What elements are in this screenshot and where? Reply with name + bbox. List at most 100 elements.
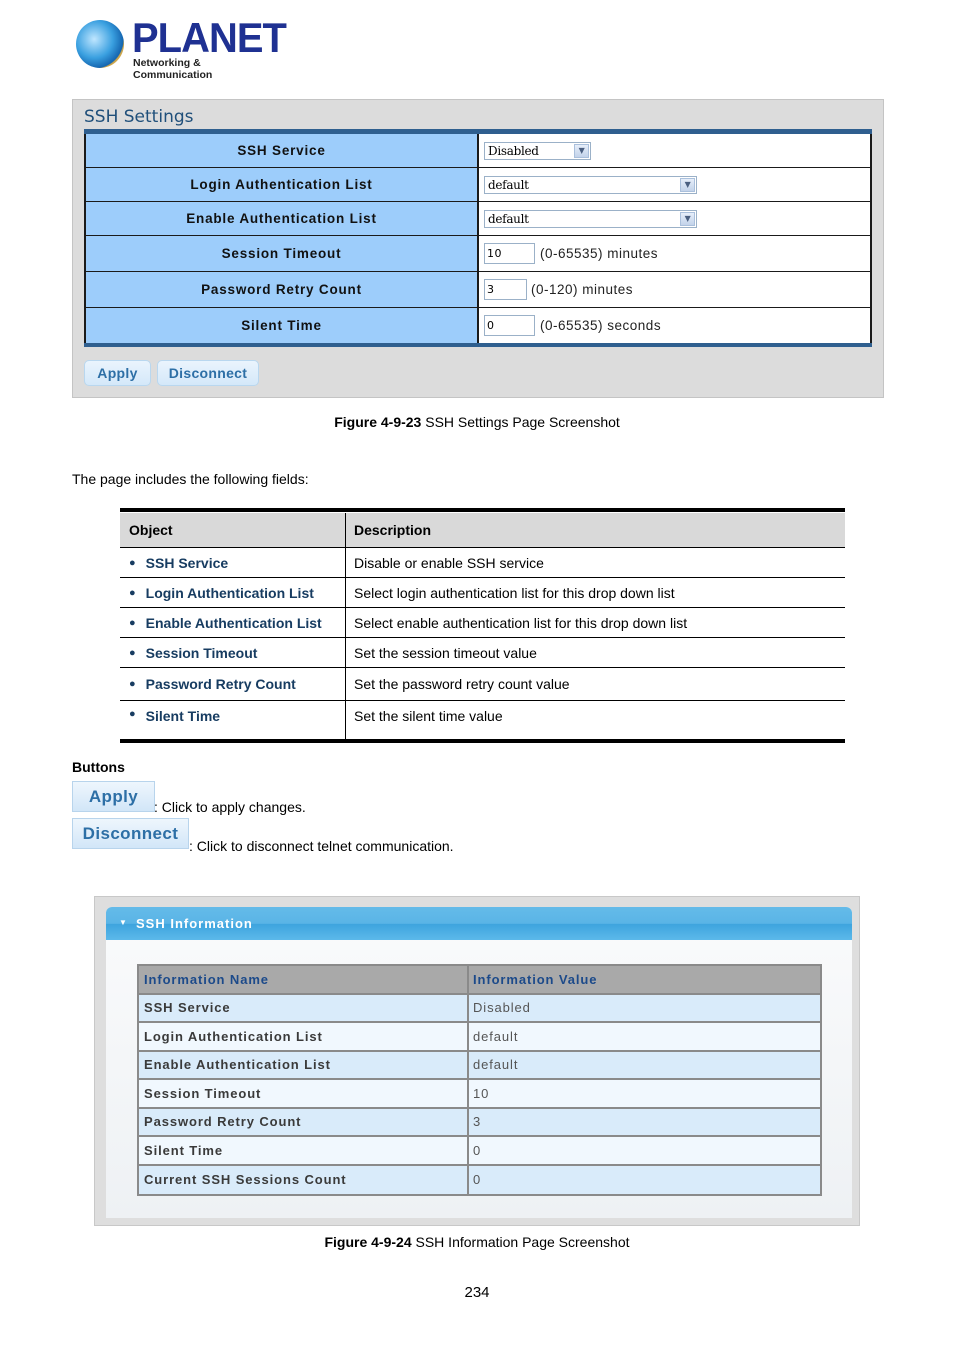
select-value: default [488,177,529,192]
ssh-information-panel: ▼ SSH Information Information Name Infor… [94,896,860,1226]
table-row: ● Silent Time Set the silent time value [120,701,845,739]
table-row: ● Password Retry Count Set the password r… [120,668,845,701]
info-name: Password Retry Count [139,1108,469,1135]
silent-time-hint: (0-65535) seconds [540,318,662,333]
figure-text: SSH Information Page Screenshot [411,1234,630,1250]
header-description: Description [354,522,432,538]
info-value: 3 [473,1114,482,1130]
info-name: Session Timeout [139,1080,469,1107]
chevron-down-icon[interactable]: ▼ [680,177,695,192]
object-name: SSH Service [145,554,229,571]
settings-label: Enable Authentication List [84,202,479,235]
info-value: default [473,1057,519,1073]
caret-down-icon[interactable]: ▼ [119,918,127,927]
table-row: ● Login Authentication List Select login … [120,578,845,608]
object-description: Disable or enable SSH service [354,554,544,571]
bullet-icon: ● [129,646,136,659]
info-value: 0 [473,1142,482,1158]
info-name: Current SSH Sessions Count [139,1165,469,1194]
object-description: Select enable authentication list for th… [354,614,688,631]
object-description: Set the password retry count value [354,676,570,692]
table-row: Enable Authentication List default [139,1051,820,1080]
select-value: default [488,211,529,226]
info-value: default [473,1028,519,1044]
apply-button[interactable]: Apply [84,360,151,386]
settings-row-enable-auth: Enable Authentication List default ▼ [84,202,872,236]
object-name: Silent Time [145,708,221,724]
planet-logo: PLANET Networking & Communication [76,14,287,81]
bullet-icon: ● [129,616,136,629]
object-description: Set the silent time value [354,708,503,724]
apply-button-sample[interactable]: Apply [72,781,155,812]
ssh-settings-table: SSH Service Disabled ▼ Login Authenticat… [84,129,872,347]
object-name: Enable Authentication List [145,614,322,631]
header-info-name: Information Name [139,966,469,993]
fields-description-table: Object Description ● SSH Service Disable … [120,508,845,743]
ssh-settings-title: SSH Settings [84,107,194,127]
figure-caption-2: Figure 4-9-24 SSH Information Page Scree… [0,1234,954,1250]
info-name: Silent Time [139,1137,469,1164]
intro-text: The page includes the following fields: [72,471,309,487]
table-row: Silent Time 0 [139,1137,820,1166]
password-retry-count-input[interactable]: 3 [484,279,527,300]
settings-label: Password Retry Count [84,272,479,307]
logo-tagline: Networking & Communication [133,57,213,81]
info-value: 10 [473,1085,490,1101]
globe-icon [76,20,124,68]
table-row: Password Retry Count 3 [139,1108,820,1137]
table-row: Login Authentication List default [139,1023,820,1052]
settings-row-password-retry: Password Retry Count 3 (0-120) minutes [84,272,872,308]
figure-text: SSH Settings Page Screenshot [421,414,620,430]
table-row: Current SSH Sessions Count 0 [139,1165,820,1194]
enable-auth-list-select[interactable]: default ▼ [484,209,697,228]
bullet-icon: ● [129,708,136,720]
settings-label: Silent Time [84,308,479,343]
table-row: SSH Service Disabled [139,994,820,1023]
ssh-information-table: Information Name Information Value SSH S… [137,964,822,1196]
table-row: ● Enable Authentication List Select enabl… [120,608,845,638]
apply-button-description: : Click to apply changes. [154,799,306,815]
info-value: 0 [473,1172,482,1188]
info-name: SSH Service [139,994,469,1021]
info-value: Disabled [473,1000,531,1016]
chevron-down-icon[interactable]: ▼ [680,211,695,226]
table-row: ● Session Timeout Set the session timeout… [120,638,845,668]
info-name: Enable Authentication List [139,1051,469,1078]
bullet-icon: ● [129,586,136,599]
table-header: Object Description [120,512,845,548]
ssh-service-select[interactable]: Disabled ▼ [484,141,591,160]
header-object: Object [120,513,346,547]
settings-label: Session Timeout [84,236,479,271]
page-number: 234 [464,1284,490,1301]
chevron-down-icon[interactable]: ▼ [574,143,589,158]
object-name: Session Timeout [145,644,258,661]
settings-row-silent-time: Silent Time 0 (0-65535) seconds [84,308,872,343]
disconnect-button[interactable]: Disconnect [157,360,259,386]
session-timeout-input[interactable]: 10 [484,243,535,264]
ssh-information-header[interactable]: ▼ SSH Information [106,907,852,940]
settings-label: SSH Service [84,134,479,167]
header-info-value: Information Value [473,971,598,987]
login-auth-list-select[interactable]: default ▼ [484,175,697,194]
table-header: Information Name Information Value [139,966,820,995]
settings-row-login-auth: Login Authentication List default ▼ [84,168,872,202]
buttons-heading: Buttons [72,759,125,775]
figure-number: Figure 4-9-24 [324,1234,412,1250]
bullet-icon: ● [129,678,136,690]
settings-row-session-timeout: Session Timeout 10 (0-65535) minutes [84,236,872,272]
figure-number: Figure 4-9-23 [334,414,422,430]
password-retry-hint: (0-120) minutes [531,282,634,297]
logo-brand: PLANET [132,14,287,61]
table-row: Session Timeout 10 [139,1080,820,1109]
disconnect-button-description: : Click to disconnect telnet communicati… [189,838,454,854]
ssh-information-title: SSH Information [136,916,253,931]
info-name: Login Authentication List [139,1023,469,1050]
ssh-settings-panel: SSH Settings SSH Service Disabled ▼ Logi… [72,99,884,398]
settings-row-ssh-service: SSH Service Disabled ▼ [84,134,872,168]
select-value: Disabled [488,143,539,158]
object-description: Set the session timeout value [354,644,537,661]
disconnect-button-sample[interactable]: Disconnect [72,818,189,849]
bullet-icon: ● [129,556,136,569]
silent-time-input[interactable]: 0 [484,315,535,336]
session-timeout-hint: (0-65535) minutes [540,246,659,261]
